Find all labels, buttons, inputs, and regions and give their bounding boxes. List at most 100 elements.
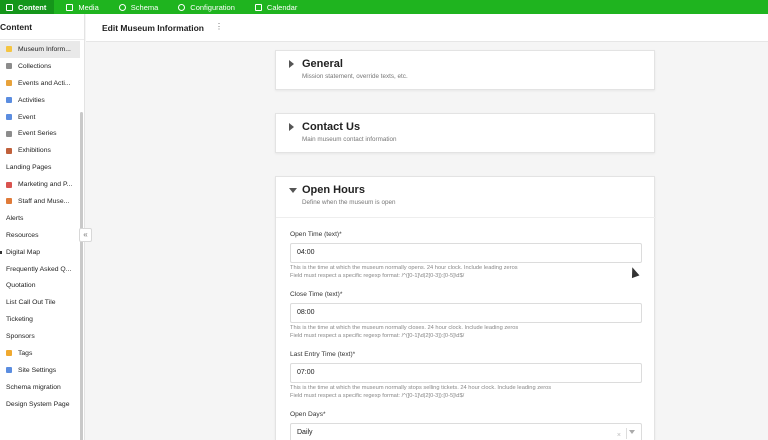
sidebar-item-quotation[interactable]: Quotation	[0, 277, 80, 294]
sidebar-item-schema-migration[interactable]: Schema migration	[0, 379, 80, 396]
nav-configuration[interactable]: Configuration	[172, 0, 243, 14]
nav-content[interactable]: Content	[0, 0, 55, 14]
sidebar-item-marketing[interactable]: Marketing and P...	[0, 176, 80, 193]
section-contact-us: Contact Us Main museum contact informati…	[275, 113, 655, 153]
sidebar-item-label: Event Series	[18, 130, 57, 138]
close-time-help-text: This is the time at which the museum nor…	[290, 325, 519, 331]
sidebar-item-label: Event	[18, 113, 36, 121]
section-subtitle: Mission statement, override texts, etc.	[302, 73, 408, 80]
section-open-hours: Open Hours Define when the museum is ope…	[275, 176, 656, 440]
sidebar-item-label: Sponsors	[6, 333, 35, 341]
sidebar-item-label: Tags	[18, 349, 33, 357]
frame-icon	[6, 147, 12, 154]
sidebar-item-landing-pages[interactable]: Landing Pages	[0, 159, 80, 176]
section-title: General	[302, 58, 343, 70]
open-days-select[interactable]: Daily ×	[290, 423, 642, 440]
sidebar-item-exhibitions[interactable]: Exhibitions	[0, 142, 80, 159]
sidebar-item-label: List Call Out Tile	[6, 299, 56, 307]
open-time-help-text: This is the time at which the museum nor…	[290, 265, 518, 271]
last-entry-help-text: This is the time at which the museum nor…	[290, 385, 552, 391]
sidebar-item-ticketing[interactable]: Ticketing	[0, 311, 80, 328]
sidebar-item-label: Museum Inform...	[18, 45, 71, 53]
sidebar-item-label: Digital Map	[6, 248, 40, 256]
rocket-icon	[6, 181, 12, 188]
list-icon	[6, 130, 12, 137]
sidebar-item-tags[interactable]: Tags	[0, 345, 80, 362]
image-icon	[66, 3, 74, 11]
sidebar-item-label: Collections	[18, 62, 52, 70]
open-time-help: This is the time at which the museum nor…	[290, 265, 650, 280]
clear-icon[interactable]: ×	[617, 427, 621, 440]
sidebar-item-list-call-out-tile[interactable]: List Call Out Tile	[0, 294, 80, 311]
sidebar: Content Museum Inform... Collections Eve…	[0, 14, 85, 440]
nav-media-label: Media	[78, 2, 99, 12]
calendar-icon	[6, 114, 12, 120]
close-time-input[interactable]: 08:00	[290, 303, 642, 323]
nav-configuration-label: Configuration	[190, 2, 235, 12]
last-entry-time-help: This is the time at which the museum nor…	[290, 385, 650, 400]
sidebar-item-label: Schema migration	[6, 383, 61, 391]
sidebar-item-events-and-activities[interactable]: Events and Acti...	[0, 75, 80, 92]
nav-calendar[interactable]: Calendar	[249, 0, 305, 14]
close-time-regex-text: Field must respect a specific regexp for…	[290, 332, 465, 339]
people-icon	[6, 198, 12, 205]
sidebar-item-label: Alerts	[6, 214, 24, 222]
museum-icon	[6, 63, 12, 70]
caret-down-icon	[289, 188, 297, 193]
select-divider	[626, 428, 627, 439]
sidebar-item-label: Quotation	[6, 282, 36, 290]
calendar-icon	[254, 3, 262, 11]
sidebar-item-resources[interactable]: Resources	[0, 227, 80, 244]
sidebar-item-label: Exhibitions	[18, 147, 51, 155]
open-time-regex-text: Field must respect a specific regexp for…	[290, 272, 465, 279]
section-general-header[interactable]: General Mission statement, override text…	[276, 51, 654, 91]
open-time-label: Open Time (text)*	[290, 231, 342, 238]
schema-icon	[118, 3, 126, 11]
sidebar-item-digital-map[interactable]: Digital Map	[0, 244, 80, 261]
sidebar-item-label: Design System Page	[6, 400, 70, 408]
sidebar-item-collections[interactable]: Collections	[0, 58, 80, 75]
sidebar-scrollbar[interactable]	[80, 112, 83, 440]
close-time-help: This is the time at which the museum nor…	[290, 325, 650, 340]
sidebar-item-event[interactable]: Event	[0, 109, 80, 126]
sidebar-item-event-series[interactable]: Event Series	[0, 125, 80, 142]
section-open-hours-header[interactable]: Open Hours Define when the museum is ope…	[276, 177, 654, 217]
nav-media[interactable]: Media	[60, 0, 106, 14]
sidebar-item-design-system-page[interactable]: Design System Page	[0, 396, 80, 413]
open-hours-fields: Open Time (text)* 04:00 This is the time…	[276, 217, 656, 440]
sidebar-item-staff[interactable]: Staff and Muse...	[0, 193, 80, 210]
sidebar-item-site-settings[interactable]: Site Settings	[0, 362, 80, 379]
sidebar-item-label: Landing Pages	[6, 164, 52, 172]
page-header: Edit Museum Information ⋮	[86, 14, 768, 42]
gear-icon	[6, 367, 12, 374]
nav-calendar-label: Calendar	[266, 2, 298, 12]
sidebar-item-faq[interactable]: Frequently Asked Q...	[0, 261, 80, 278]
nav-schema[interactable]: Schema	[113, 0, 167, 14]
section-contact-header[interactable]: Contact Us Main museum contact informati…	[276, 114, 654, 154]
sidebar-item-sponsors[interactable]: Sponsors	[0, 328, 80, 345]
calendar-icon	[6, 97, 12, 104]
sidebar-item-label: Staff and Muse...	[18, 197, 70, 205]
chevron-down-icon[interactable]	[629, 430, 635, 434]
tag-icon	[6, 350, 12, 357]
open-time-input[interactable]: 04:00	[290, 243, 642, 263]
sidebar-item-alerts[interactable]: Alerts	[0, 210, 80, 227]
section-general: General Mission statement, override text…	[275, 50, 655, 90]
sidebar-collapse-button[interactable]: «	[79, 228, 92, 242]
sidebar-item-label: Resources	[6, 231, 39, 239]
sidebar-item-museum-information[interactable]: Museum Inform...	[0, 41, 80, 58]
expand-dot-icon	[0, 250, 2, 254]
sidebar-item-label: Activities	[18, 96, 45, 104]
sidebar-item-activities[interactable]: Activities	[0, 92, 80, 109]
section-title: Contact Us	[302, 121, 361, 133]
page-title: Edit Museum Information	[102, 23, 204, 33]
sidebar-item-label: Marketing and P...	[18, 181, 73, 189]
sidebar-item-label: Events and Acti...	[18, 79, 71, 87]
open-days-label: Open Days*	[290, 411, 326, 418]
sidebar-title: Content	[0, 14, 84, 40]
close-time-label: Close Time (text)*	[290, 291, 343, 298]
kebab-menu-icon[interactable]: ⋮	[215, 22, 223, 31]
sidebar-item-label: Frequently Asked Q...	[6, 265, 72, 273]
caret-right-icon	[289, 123, 294, 131]
last-entry-time-input[interactable]: 07:00	[290, 363, 642, 383]
